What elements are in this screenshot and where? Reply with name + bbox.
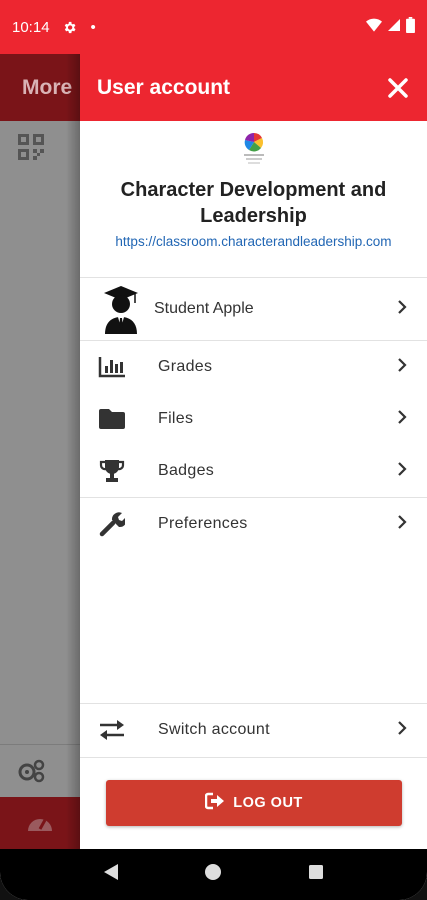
site-url-link[interactable]: https://classroom.characterandleadership…	[80, 233, 427, 251]
back-icon[interactable]	[103, 863, 119, 886]
switch-account-row[interactable]: Switch account	[80, 703, 427, 758]
logout-button[interactable]: LOG OUT	[106, 780, 402, 826]
chevron-right-icon	[397, 720, 407, 741]
chevron-right-icon	[397, 299, 407, 320]
signal-icon	[388, 18, 400, 36]
background-header-title: More	[22, 75, 73, 99]
battery-icon	[406, 17, 415, 37]
menu-item-badges[interactable]: Badges	[80, 445, 427, 497]
drawer-shadow	[66, 54, 80, 849]
menu-item-grades[interactable]: Grades	[80, 341, 427, 393]
grades-chart-icon	[97, 352, 127, 382]
android-nav-bar	[0, 849, 427, 900]
trophy-icon	[97, 456, 127, 486]
menu-item-label: Preferences	[158, 515, 248, 532]
status-time: 10:14	[12, 18, 50, 36]
qr-code-icon[interactable]	[18, 134, 44, 165]
folder-icon	[97, 404, 127, 434]
settings-icon	[62, 20, 77, 35]
chevron-right-icon	[397, 461, 407, 482]
menu-item-label: Files	[158, 410, 194, 427]
menu-item-files[interactable]: Files	[80, 393, 427, 445]
chevron-right-icon	[397, 409, 407, 430]
site-info: Character Development and Leadership htt…	[80, 121, 427, 278]
site-logo	[241, 131, 267, 165]
sign-out-icon	[204, 792, 225, 814]
notification-dot: •	[90, 18, 96, 36]
wrench-icon	[97, 509, 127, 539]
drawer-header: User account	[80, 54, 427, 121]
logout-label: LOG OUT	[233, 795, 303, 811]
menu-item-label: Badges	[158, 462, 215, 479]
chevron-right-icon	[397, 357, 407, 378]
current-user-row[interactable]: Student Apple	[80, 278, 427, 341]
switch-account-item[interactable]: Switch account	[80, 704, 427, 756]
user-account-drawer: User account Character Development and L…	[80, 54, 427, 849]
wifi-icon	[366, 18, 382, 36]
user-name: Student Apple	[154, 300, 254, 317]
menu-item-label: Grades	[158, 358, 213, 375]
menu-item-preferences[interactable]: Preferences	[80, 498, 427, 550]
graduate-avatar-icon	[102, 284, 140, 334]
logout-container: LOG OUT	[106, 780, 402, 826]
chevron-right-icon	[397, 514, 407, 535]
device-screen: 10:14 • More User account Character Deve…	[0, 0, 427, 900]
recents-icon[interactable]	[308, 864, 324, 885]
home-icon[interactable]	[204, 863, 222, 886]
close-icon[interactable]	[385, 75, 411, 101]
drawer-title: User account	[97, 75, 231, 99]
site-name: Character Development and Leadership	[120, 179, 387, 227]
switch-account-label: Switch account	[158, 721, 270, 738]
switch-arrows-icon	[97, 715, 127, 745]
status-bar: 10:14 •	[0, 0, 427, 54]
